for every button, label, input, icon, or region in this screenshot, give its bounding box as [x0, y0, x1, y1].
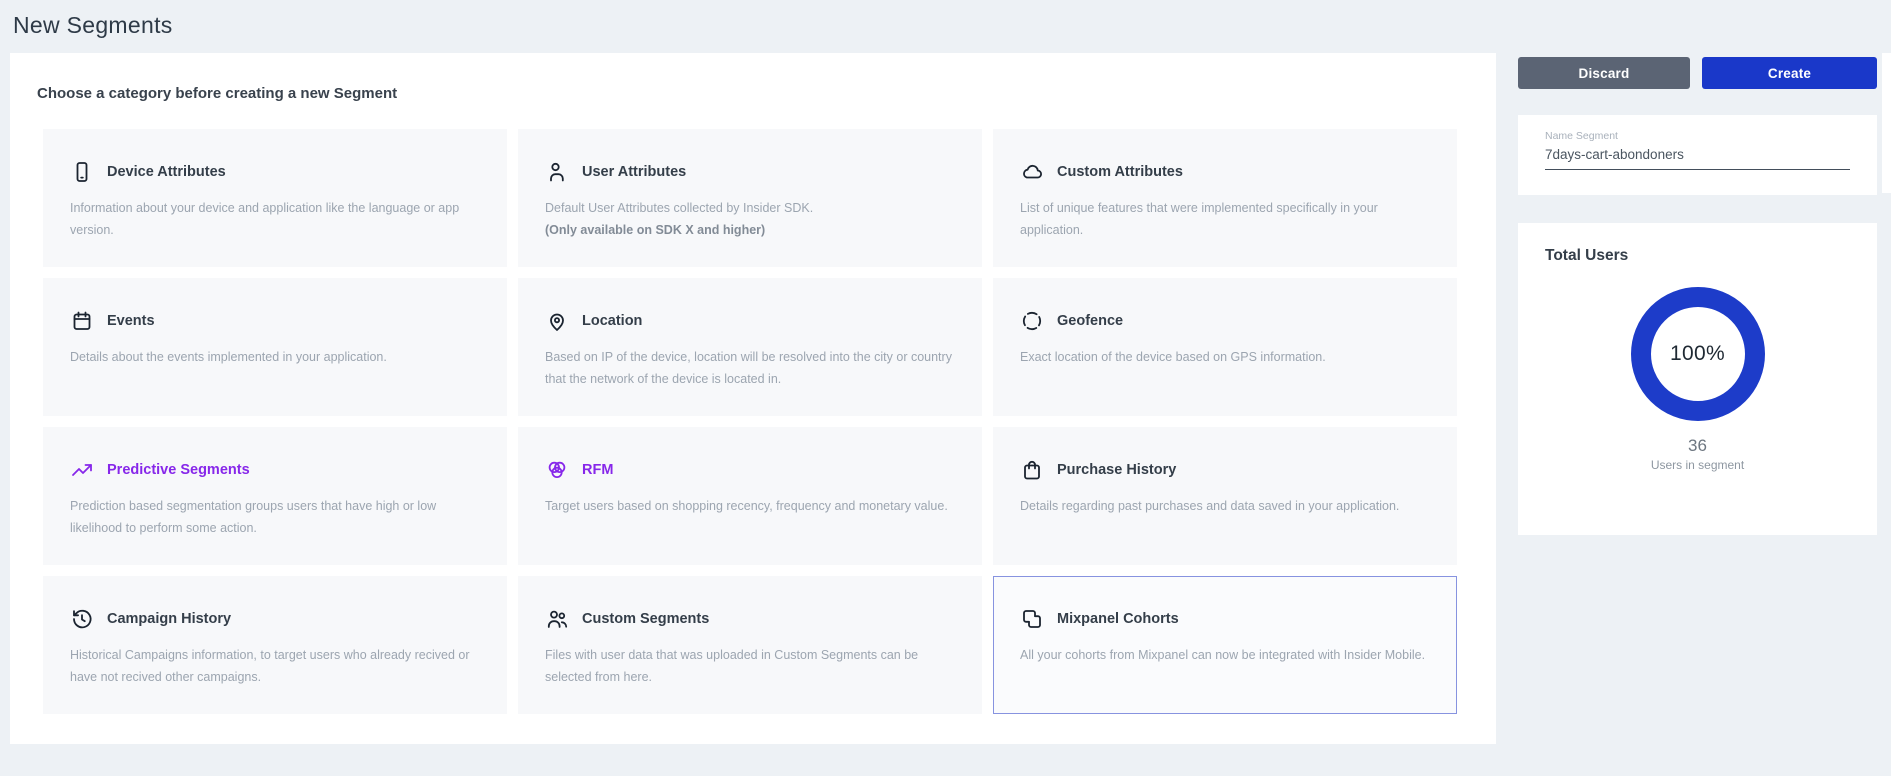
category-card-events[interactable]: Events Details about the events implemen… — [43, 278, 507, 416]
category-card-user-attributes[interactable]: User Attributes Default User Attributes … — [518, 129, 982, 267]
card-head: Predictive Segments — [70, 458, 480, 482]
card-description-note: (Only available on SDK X and higher) — [545, 220, 955, 240]
create-button[interactable]: Create — [1702, 57, 1877, 89]
card-description: Target users based on shopping recency, … — [545, 496, 955, 518]
card-title: Custom Segments — [582, 611, 709, 627]
card-head: Purchase History — [1020, 458, 1430, 482]
cloud-icon — [1020, 160, 1044, 184]
card-title: Campaign History — [107, 611, 231, 627]
card-description: Prediction based segmentation groups use… — [70, 496, 480, 540]
geofence-icon — [1020, 309, 1044, 333]
card-title: Geofence — [1057, 313, 1123, 329]
total-users-card: Total Users 100% 36 Users in segment — [1518, 223, 1877, 535]
card-description: Based on IP of the device, location will… — [545, 347, 955, 391]
card-title: Location — [582, 313, 642, 329]
donut-percent-label: 100% — [1670, 342, 1725, 366]
calendar-icon — [70, 309, 94, 333]
card-title: RFM — [582, 462, 613, 478]
card-title: Predictive Segments — [107, 462, 250, 478]
scrollbar-thumb[interactable] — [1882, 53, 1891, 193]
shopping-bag-icon — [1020, 458, 1044, 482]
name-segment-label: Name Segment — [1545, 130, 1850, 142]
category-card-rfm[interactable]: RFM Target users based on shopping recen… — [518, 427, 982, 565]
card-title: Purchase History — [1057, 462, 1176, 478]
card-head: Events — [70, 309, 480, 333]
card-description: List of unique features that were implem… — [1020, 198, 1430, 242]
card-title: Device Attributes — [107, 164, 226, 180]
card-head: Geofence — [1020, 309, 1430, 333]
card-description: Historical Campaigns information, to tar… — [70, 645, 480, 689]
user-icon — [545, 160, 569, 184]
card-head: Mixpanel Cohorts — [1020, 607, 1430, 631]
category-card-purchase-history[interactable]: Purchase History Details regarding past … — [993, 427, 1457, 565]
category-card-geofence[interactable]: Geofence Exact location of the device ba… — [993, 278, 1457, 416]
map-pin-icon — [545, 309, 569, 333]
card-head: Device Attributes — [70, 160, 480, 184]
card-head: Custom Segments — [545, 607, 955, 631]
name-segment-input[interactable] — [1545, 147, 1850, 170]
category-card-custom-attributes[interactable]: Custom Attributes List of unique feature… — [993, 129, 1457, 267]
category-card-custom-segments[interactable]: Custom Segments Files with user data tha… — [518, 576, 982, 714]
card-title: User Attributes — [582, 164, 686, 180]
card-head: User Attributes — [545, 160, 955, 184]
card-head: Campaign History — [70, 607, 480, 631]
card-description: Information about your device and applic… — [70, 198, 480, 242]
card-description: Details regarding past purchases and dat… — [1020, 496, 1430, 518]
category-card-predictive-segments[interactable]: Predictive Segments Prediction based seg… — [43, 427, 507, 565]
card-head: RFM — [545, 458, 955, 482]
total-users-donut-chart: 100% — [1631, 287, 1765, 421]
venn-icon — [545, 458, 569, 482]
category-card-location[interactable]: Location Based on IP of the device, loca… — [518, 278, 982, 416]
card-description: Exact location of the device based on GP… — [1020, 347, 1430, 369]
category-panel: Choose a category before creating a new … — [10, 53, 1496, 744]
card-head: Location — [545, 309, 955, 333]
history-clock-icon — [70, 607, 94, 631]
trend-up-icon — [70, 458, 94, 482]
card-description: Default User Attributes collected by Ins… — [545, 198, 955, 220]
card-head: Custom Attributes — [1020, 160, 1430, 184]
card-title: Events — [107, 313, 155, 329]
device-icon — [70, 160, 94, 184]
users-count: 36 — [1545, 436, 1850, 456]
card-description: Details about the events implemented in … — [70, 347, 480, 369]
panel-heading: Choose a category before creating a new … — [37, 85, 1496, 102]
integration-icon — [1020, 607, 1044, 631]
users-icon — [545, 607, 569, 631]
category-card-campaign-history[interactable]: Campaign History Historical Campaigns in… — [43, 576, 507, 714]
category-grid: Device Attributes Information about your… — [43, 129, 1496, 714]
card-description: Files with user data that was uploaded i… — [545, 645, 955, 689]
category-card-mixpanel-cohorts[interactable]: Mixpanel Cohorts All your cohorts from M… — [993, 576, 1457, 714]
card-description: All your cohorts from Mixpanel can now b… — [1020, 645, 1430, 667]
category-card-device-attributes[interactable]: Device Attributes Information about your… — [43, 129, 507, 267]
page-title: New Segments — [13, 12, 173, 39]
name-segment-card: Name Segment — [1518, 115, 1877, 195]
total-users-title: Total Users — [1545, 247, 1850, 265]
discard-button[interactable]: Discard — [1518, 57, 1690, 89]
card-title: Custom Attributes — [1057, 164, 1183, 180]
users-count-caption: Users in segment — [1545, 458, 1850, 472]
card-title: Mixpanel Cohorts — [1057, 611, 1179, 627]
